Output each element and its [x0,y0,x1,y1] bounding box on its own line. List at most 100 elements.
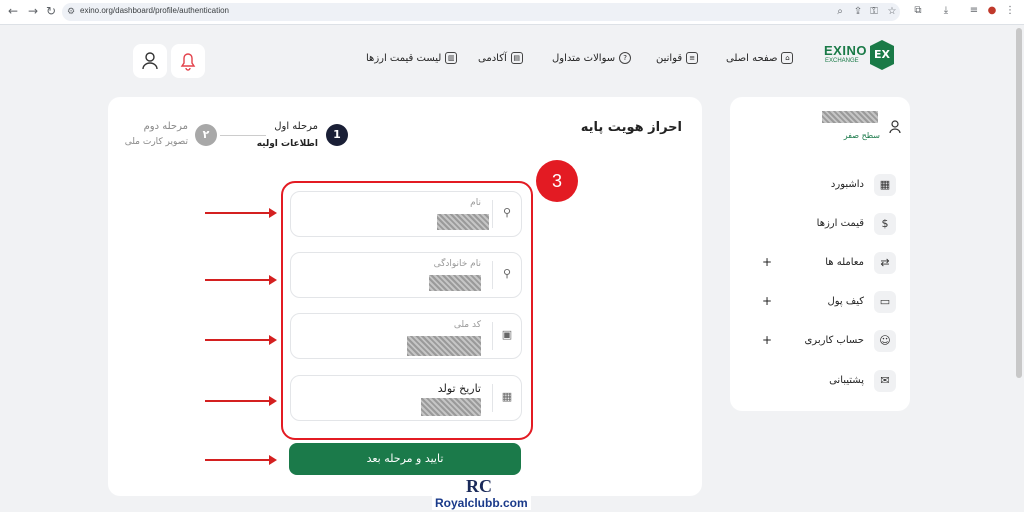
annotation-arrow [205,396,277,406]
nav-home-label: صفحه اصلی [726,53,778,64]
sidebar-item-wallet[interactable]: ▭ کیف پول + [746,291,896,315]
first-name-label: نام [470,198,481,208]
document-icon: ≡ [686,52,699,64]
national-code-label: کد ملی [453,320,481,330]
expand-plus-icon[interactable]: + [762,255,772,269]
sidebar-item-dashboard[interactable]: ▦ داشبورد [746,174,896,198]
watermark-site: Royalclubb.com [432,496,531,510]
user-icon: ⚲ [502,267,512,280]
exino-logo[interactable]: EXINO EXCHANGE EX [824,40,898,84]
expand-plus-icon[interactable]: + [762,294,772,308]
field-separator [492,200,493,228]
profile-avatar-icon[interactable]: ● [986,5,998,17]
reload-icon[interactable]: ↻ [44,4,58,18]
key-icon[interactable]: ⚿ [868,6,880,18]
step2-subtitle: تصویر کارت ملی [124,137,188,147]
page-scrollbar[interactable] [1016,28,1022,378]
nav-faq-label: سوالات متداول [552,53,616,64]
annotation-arrow [205,335,277,345]
nav-academy-label: آکادمی [478,53,507,64]
annotation-arrow [205,275,277,285]
redacted-value [437,214,489,230]
back-icon[interactable]: ← [6,4,20,18]
first-name-field[interactable]: ⚲ نام [290,191,522,237]
nav-rules[interactable]: ≡قوانین [656,52,699,66]
sidebar-label: داشبورد [830,179,864,190]
last-name-label: نام خانوادگی [433,259,481,269]
step-connector [220,135,266,136]
academy-icon: ▤ [510,52,523,64]
media-icon[interactable]: ≡ [968,5,980,17]
logo-text: EXINO [824,43,867,58]
watermark-logo: RC [466,476,492,496]
step1-subtitle: اطلاعات اولیه [256,139,318,149]
user-icon: ☺ [874,330,896,352]
nav-price-list-label: لیست قیمت ارزها [366,53,442,64]
money-bag-icon: $ [874,213,896,235]
sidebar: سطح صفر ▦ داشبورد $ قیمت ارزها ⇄ معامله … [730,97,910,411]
field-separator [492,384,493,412]
step2-number: ۲ [195,124,217,146]
expand-plus-icon[interactable]: + [762,333,772,347]
wallet-icon: ▭ [874,291,896,313]
annotation-arrow [205,208,277,218]
logo-subtext: EXCHANGE [825,58,859,64]
bookmark-star-icon[interactable]: ☆ [886,6,898,18]
download-icon[interactable]: ⤓ [940,5,952,17]
logo-badge: EX [870,40,894,70]
confirm-next-button[interactable]: تایید و مرحله بعد [289,443,521,475]
question-icon: ? [619,52,632,64]
sidebar-label: حساب کاربری [804,335,864,346]
redacted-value [407,336,481,356]
redacted-username [822,111,878,123]
sidebar-item-trades[interactable]: ⇄ معامله ها + [746,252,896,276]
calendar-icon: ▦ [501,390,513,403]
dashboard-icon: ▦ [874,174,896,196]
page-title: احراز هویت پایه [580,120,682,135]
bell-icon [180,53,196,71]
id-card-icon: ▣ [501,328,513,341]
extensions-icon[interactable]: ⧉ [912,5,924,17]
annotation-number-badge: 3 [536,160,578,202]
step1-title: مرحله اول [274,121,318,132]
share-icon[interactable]: ⇪ [852,6,864,18]
birth-date-field[interactable]: ▦ تاریخ تولد [290,375,522,421]
menu-icon[interactable]: ⋮ [1004,5,1016,17]
nav-home[interactable]: ⌂صفحه اصلی [726,52,794,66]
browser-toolbar: ← → ↻ ⚙ exino.org/dashboard/profile/auth… [0,0,1024,25]
redacted-value [421,398,481,416]
national-code-field[interactable]: ▣ کد ملی [290,313,522,359]
sidebar-item-support[interactable]: ✉ پشتیبانی [746,370,896,394]
sidebar-label: کیف پول [827,296,864,307]
annotation-arrow [205,455,277,465]
zoom-icon[interactable]: ⌕ [834,6,846,18]
handshake-icon: ⇄ [874,252,896,274]
forward-icon[interactable]: → [26,4,40,18]
home-icon: ⌂ [781,52,794,64]
birth-date-label: تاریخ تولد [437,382,481,395]
nav-faq[interactable]: ?سوالات متداول [552,52,632,66]
chart-icon: ▥ [445,52,458,64]
step2-title: مرحله دوم [143,121,188,132]
sidebar-item-prices[interactable]: $ قیمت ارزها [746,213,896,237]
step1-number: 1 [326,124,348,146]
sidebar-label: معامله ها [825,257,864,268]
url-text: exino.org/dashboard/profile/authenticati… [80,6,229,15]
nav-rules-label: قوانین [656,53,683,64]
site-info-icon[interactable]: ⚙ [64,5,78,19]
notification-button[interactable] [171,44,205,78]
user-icon: ⚲ [502,206,512,219]
user-icon [889,120,901,134]
address-bar[interactable]: ⚙ exino.org/dashboard/profile/authentica… [62,3,900,21]
profile-button[interactable] [133,44,167,78]
sidebar-label: پشتیبانی [829,375,864,386]
redacted-value [429,275,481,291]
last-name-field[interactable]: ⚲ نام خانوادگی [290,252,522,298]
user-icon [142,52,158,70]
field-separator [492,322,493,350]
nav-academy[interactable]: ▤آکادمی [478,52,523,66]
sidebar-item-account[interactable]: ☺ حساب کاربری + [746,330,896,354]
field-separator [492,261,493,289]
authentication-card: احراز هویت پایه 1 مرحله اول اطلاعات اولی… [108,97,702,496]
nav-price-list[interactable]: ▥لیست قیمت ارزها [366,52,458,66]
